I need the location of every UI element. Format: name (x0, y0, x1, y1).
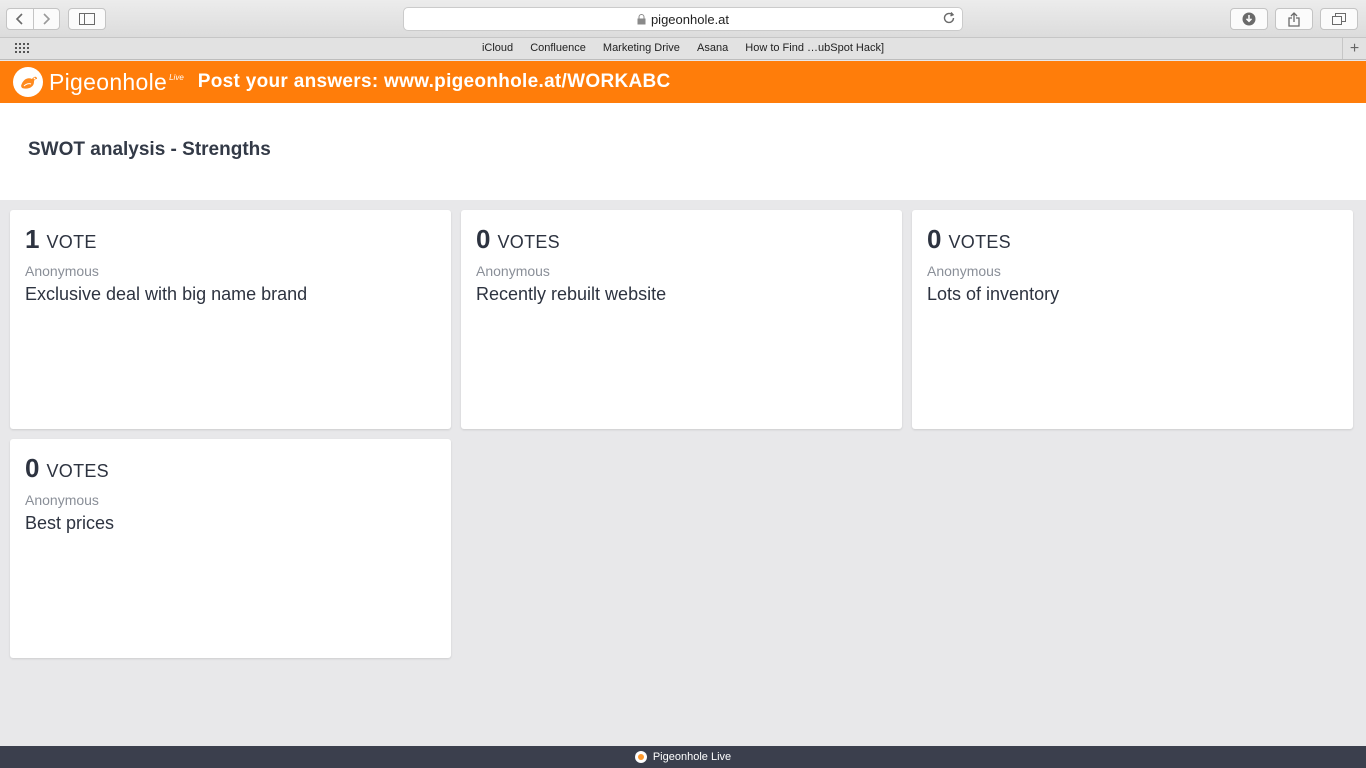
vote-count: 0 VOTES (927, 224, 1338, 255)
vote-number: 0 (927, 224, 942, 254)
answer-text: Lots of inventory (927, 284, 1060, 304)
vote-number: 1 (25, 224, 40, 254)
vote-label: VOTES (948, 232, 1011, 252)
bookmark-icloud[interactable]: iCloud (482, 42, 513, 54)
tabs-button[interactable] (1320, 8, 1358, 30)
plus-icon: + (1349, 39, 1360, 57)
vote-label: VOTE (46, 232, 97, 252)
forward-button[interactable] (34, 9, 60, 29)
share-button[interactable] (1275, 8, 1313, 30)
answer-text: Best prices (25, 513, 115, 533)
logo-text: Pigeonhole (49, 68, 168, 95)
vote-count: 0 VOTES (25, 453, 436, 484)
bookmark-marketing-drive[interactable]: Marketing Drive (603, 42, 680, 54)
pigeonhole-logo[interactable]: Pigeonhole Live (13, 67, 184, 97)
address-bar[interactable]: pigeonhole.at (403, 7, 963, 31)
answer-text: Recently rebuilt website (476, 284, 667, 304)
vote-label: VOTES (497, 232, 560, 252)
vote-count: 0 VOTES (476, 224, 887, 255)
chevron-right-icon (43, 13, 51, 25)
new-tab-button[interactable]: + (1342, 38, 1366, 59)
event-header: Pigeonhole Live Post your answers: www.p… (0, 61, 1366, 103)
post-answers-message: Post your answers: www.pigeonhole.at/WOR… (197, 71, 671, 92)
nav-buttons (6, 8, 60, 30)
answer-card: 0 VOTES Anonymous Best prices (10, 439, 451, 658)
sidebar-button[interactable] (68, 8, 106, 30)
vote-label: VOTES (46, 461, 109, 481)
answer-author: Anonymous (25, 492, 99, 508)
bookmark-confluence[interactable]: Confluence (530, 42, 586, 54)
chevron-left-icon (15, 13, 23, 25)
bookmark-asana[interactable]: Asana (697, 42, 728, 54)
answer-card: 0 VOTES Anonymous Lots of inventory (912, 210, 1353, 429)
back-button[interactable] (7, 9, 34, 29)
answer-author: Anonymous (927, 263, 1001, 279)
answer-card: 0 VOTES Anonymous Recently rebuilt websi… (461, 210, 902, 429)
lock-icon (637, 13, 646, 24)
footer-text: Pigeonhole Live (652, 751, 732, 763)
pigeon-logo-icon (13, 67, 43, 97)
answer-author: Anonymous (25, 263, 99, 279)
footer-bar: Pigeonhole Live (0, 746, 1366, 768)
bookmark-hubspot-hack[interactable]: How to Find …ubSpot Hack] (745, 42, 884, 54)
reload-icon[interactable] (942, 11, 956, 25)
share-icon (1288, 11, 1300, 27)
vote-number: 0 (476, 224, 491, 254)
answer-card: 1 VOTE Anonymous Exclusive deal with big… (10, 210, 451, 429)
logo-live-badge: Live (169, 73, 184, 82)
sidebar-icon (79, 13, 95, 25)
answer-author: Anonymous (476, 263, 550, 279)
vote-number: 0 (25, 453, 40, 483)
download-icon (1242, 12, 1256, 26)
tabs-icon (1332, 13, 1346, 25)
vote-count: 1 VOTE (25, 224, 436, 255)
answer-text: Exclusive deal with big name brand (25, 284, 308, 304)
bookmark-list: iCloud Confluence Marketing Drive Asana … (0, 42, 1366, 54)
session-title-band: SWOT analysis - Strengths (0, 103, 1366, 200)
bookmarks-bar: iCloud Confluence Marketing Drive Asana … (0, 38, 1366, 60)
url-text: pigeonhole.at (650, 11, 730, 27)
page-title: SWOT analysis - Strengths (28, 139, 271, 160)
pigeonhole-footer-icon (634, 751, 647, 763)
browser-toolbar: pigeonhole.at (0, 0, 1366, 38)
downloads-button[interactable] (1230, 8, 1268, 30)
